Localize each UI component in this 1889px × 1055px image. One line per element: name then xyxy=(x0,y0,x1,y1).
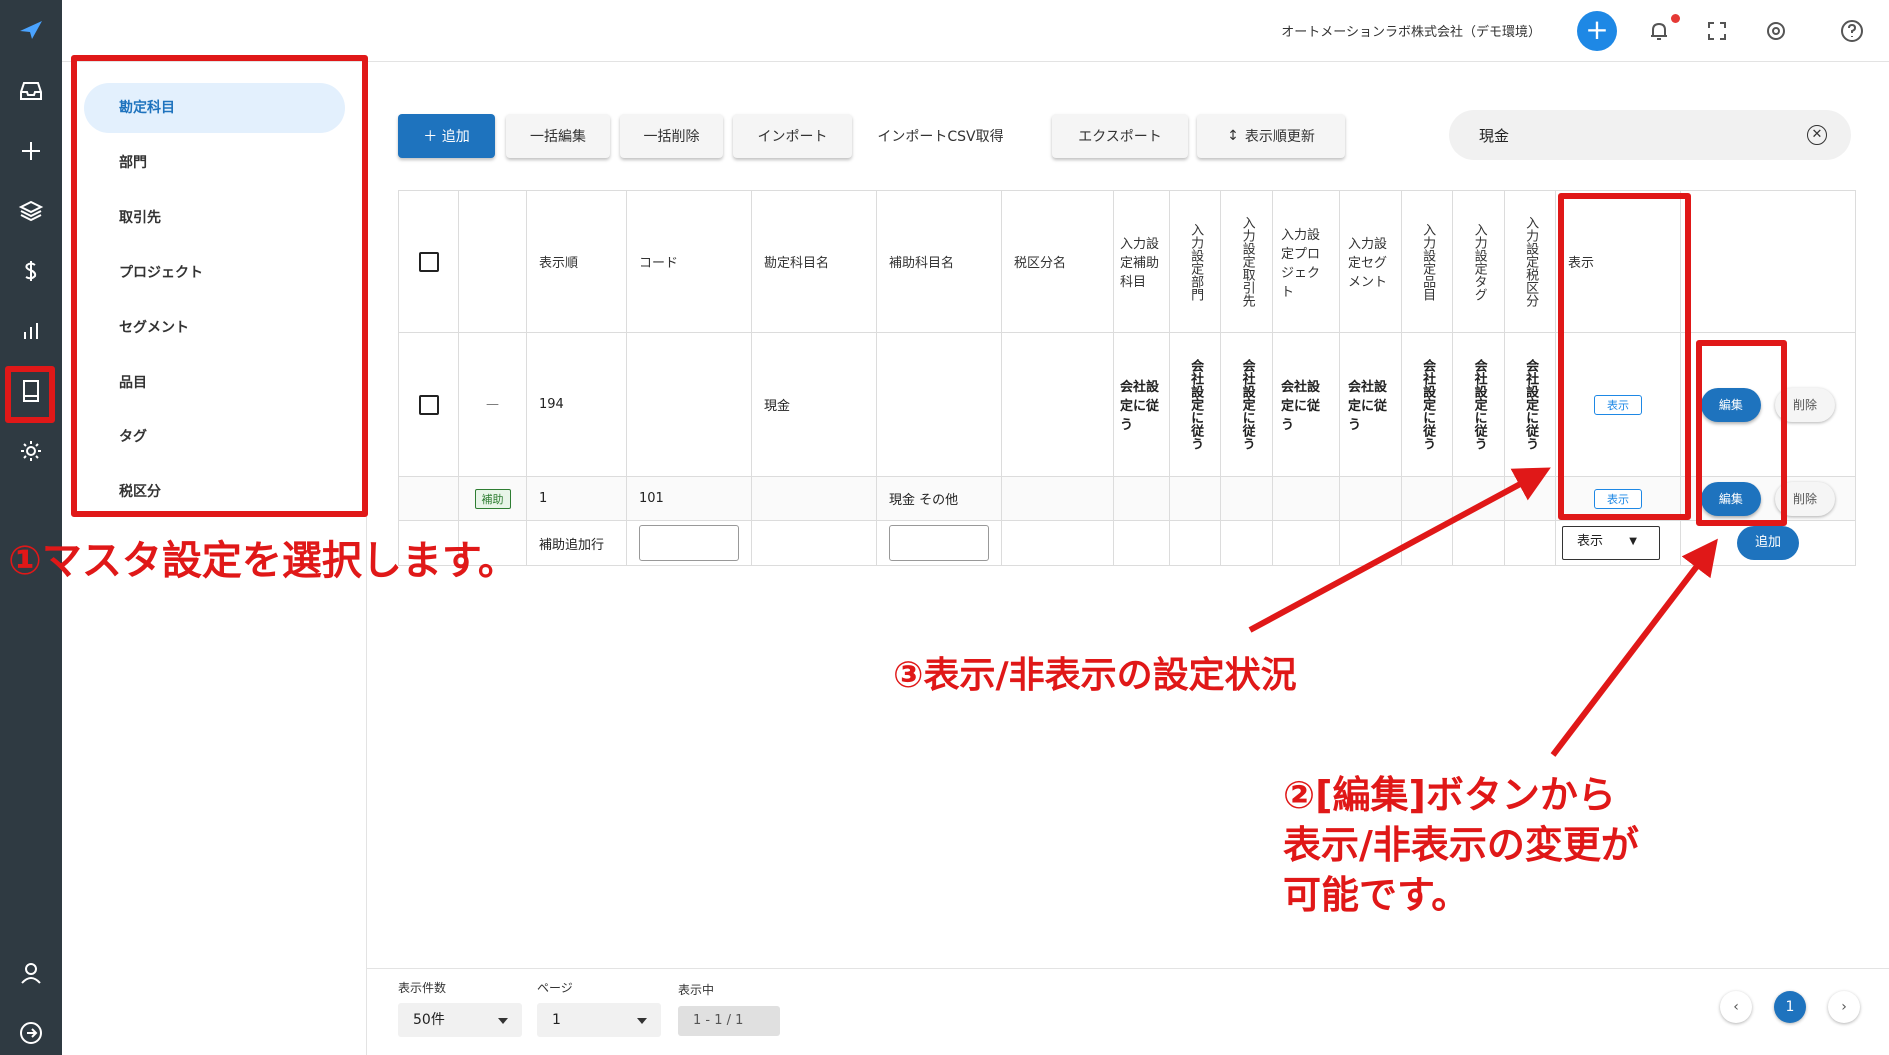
row-in-project: 会社設定に従う xyxy=(1272,332,1340,477)
header-in-item: 入力設定品目 xyxy=(1420,222,1436,301)
search-input[interactable] xyxy=(1479,123,1779,147)
row-in-tax: 会社設定に従う xyxy=(1523,359,1539,450)
sort-icon: ↕ xyxy=(1227,128,1239,144)
row-checkbox[interactable] xyxy=(418,394,439,415)
annotation-1: ①マスタ設定を選択します。 xyxy=(8,538,518,584)
display-select-value: 表示 xyxy=(1577,534,1604,549)
fullscreen-icon[interactable] xyxy=(1702,16,1732,46)
export-button[interactable]: エクスポート xyxy=(1052,114,1188,158)
inbox-icon[interactable] xyxy=(13,73,49,109)
row-sub-account: 現金 その他 xyxy=(876,476,1002,521)
company-name: オートメーションラボ株式会社（デモ環境） xyxy=(1281,25,1541,40)
annotation-box-rail xyxy=(5,366,55,423)
add-icon[interactable] xyxy=(13,133,49,169)
chevron-down-icon: ▼ xyxy=(1629,536,1637,547)
notification-dot xyxy=(1671,14,1680,23)
header-order[interactable]: 表示順 xyxy=(526,190,627,333)
help-icon[interactable] xyxy=(1837,16,1867,46)
header-in-partner: 入力設定取引先 xyxy=(1239,216,1255,307)
annotation-3: ③表示/非表示の設定状況 xyxy=(893,655,1297,696)
bulk-edit-button[interactable]: 一括編集 xyxy=(506,114,610,158)
row-dash: — xyxy=(458,332,527,477)
page-value: 1 xyxy=(552,1012,561,1028)
bar-chart-icon[interactable] xyxy=(13,313,49,349)
sub-account-input[interactable] xyxy=(889,525,989,561)
display-select[interactable]: 表示 ▼ xyxy=(1562,526,1660,560)
page-select[interactable]: 1 xyxy=(537,1003,661,1037)
header-in-sub: 入力設定補助科目 xyxy=(1113,190,1170,333)
showing-range: 1 - 1 / 1 xyxy=(678,1006,780,1036)
logout-icon[interactable] xyxy=(13,1015,49,1051)
row-account: 現金 xyxy=(751,332,877,477)
chevron-down-icon xyxy=(637,1018,647,1024)
reorder-button[interactable]: ↕ 表示順更新 xyxy=(1197,114,1345,158)
row-code: 101 xyxy=(626,476,752,521)
annotation-2-line3: 可能です。 xyxy=(1283,873,1470,917)
user-icon[interactable] xyxy=(13,955,49,991)
current-page-button[interactable]: 1 xyxy=(1774,991,1806,1023)
support-icon[interactable] xyxy=(1761,16,1791,46)
layers-icon[interactable] xyxy=(13,193,49,229)
logo-icon[interactable] xyxy=(13,12,49,48)
bulk-delete-button[interactable]: 一括削除 xyxy=(620,114,723,158)
clear-search-icon[interactable]: ✕ xyxy=(1807,125,1827,145)
annotation-box-menu xyxy=(71,55,368,517)
header-in-tag: 入力設定タグ xyxy=(1471,222,1487,301)
header-tax[interactable]: 税区分名 xyxy=(1001,190,1114,333)
annotation-box-edit xyxy=(1696,340,1787,526)
add-sub-row: 補助追加行 表示 ▼ 追加 xyxy=(398,520,1856,566)
dollar-icon[interactable] xyxy=(13,253,49,289)
import-csv-button[interactable]: インポートCSV取得 xyxy=(863,114,1018,158)
prev-page-button[interactable]: ‹ xyxy=(1720,991,1752,1023)
per-page-select[interactable]: 50件 xyxy=(398,1003,522,1037)
row-in-dept: 会社設定に従う xyxy=(1188,359,1204,450)
row-in-segment: 会社設定に従う xyxy=(1339,332,1402,477)
header-in-dept: 入力設定部門 xyxy=(1188,222,1204,301)
select-all-checkbox[interactable] xyxy=(418,251,439,272)
showing-label: 表示中 xyxy=(678,983,715,997)
per-page-label: 表示件数 xyxy=(398,981,447,995)
per-page-value: 50件 xyxy=(413,1012,445,1028)
add-row-label: 補助追加行 xyxy=(526,520,627,566)
annotation-box-display xyxy=(1558,193,1691,520)
header-code[interactable]: コード xyxy=(626,190,752,333)
arrow-to-edit xyxy=(1550,538,1718,757)
row-in-item: 会社設定に従う xyxy=(1420,359,1436,450)
sub-account-badge: 補助 xyxy=(474,488,511,509)
row-order: 194 xyxy=(526,332,627,477)
gear-icon[interactable] xyxy=(13,433,49,469)
annotation-2-line1: ②[編集]ボタンから xyxy=(1283,773,1616,817)
next-page-button[interactable]: › xyxy=(1828,991,1860,1023)
annotation-2-line2: 表示/非表示の変更が xyxy=(1283,823,1639,867)
header-sub-account[interactable]: 補助科目名 xyxy=(876,190,1002,333)
header-in-tax: 入力設定税区分 xyxy=(1523,216,1539,307)
search-box: ✕ xyxy=(1449,110,1851,160)
row-order: 1 xyxy=(526,476,627,521)
row-in-sub: 会社設定に従う xyxy=(1113,332,1170,477)
add-button[interactable]: ＋ 追加 xyxy=(398,114,495,158)
row-in-partner: 会社設定に従う xyxy=(1239,359,1255,450)
create-button[interactable]: + xyxy=(1577,11,1617,51)
header-in-segment: 入力設定セグメント xyxy=(1339,190,1402,333)
code-input[interactable] xyxy=(639,525,739,561)
import-button[interactable]: インポート xyxy=(733,114,852,158)
header-in-project: 入力設定プロジェクト xyxy=(1272,190,1340,333)
annotation-2: ②[編集]ボタンから 表示/非表示の変更が 可能です。 xyxy=(1283,770,1639,920)
pagination-footer: 表示件数 50件 ページ 1 表示中 1 - 1 / 1 ‹ 1 › xyxy=(367,968,1889,1055)
bell-icon[interactable] xyxy=(1644,16,1674,46)
header-account[interactable]: 勘定科目名 xyxy=(751,190,877,333)
page-label: ページ xyxy=(537,981,573,995)
reorder-label: 表示順更新 xyxy=(1244,129,1315,145)
add-sub-button[interactable]: 追加 xyxy=(1737,526,1799,560)
chevron-down-icon xyxy=(498,1018,508,1024)
row-in-tag: 会社設定に従う xyxy=(1471,359,1487,450)
